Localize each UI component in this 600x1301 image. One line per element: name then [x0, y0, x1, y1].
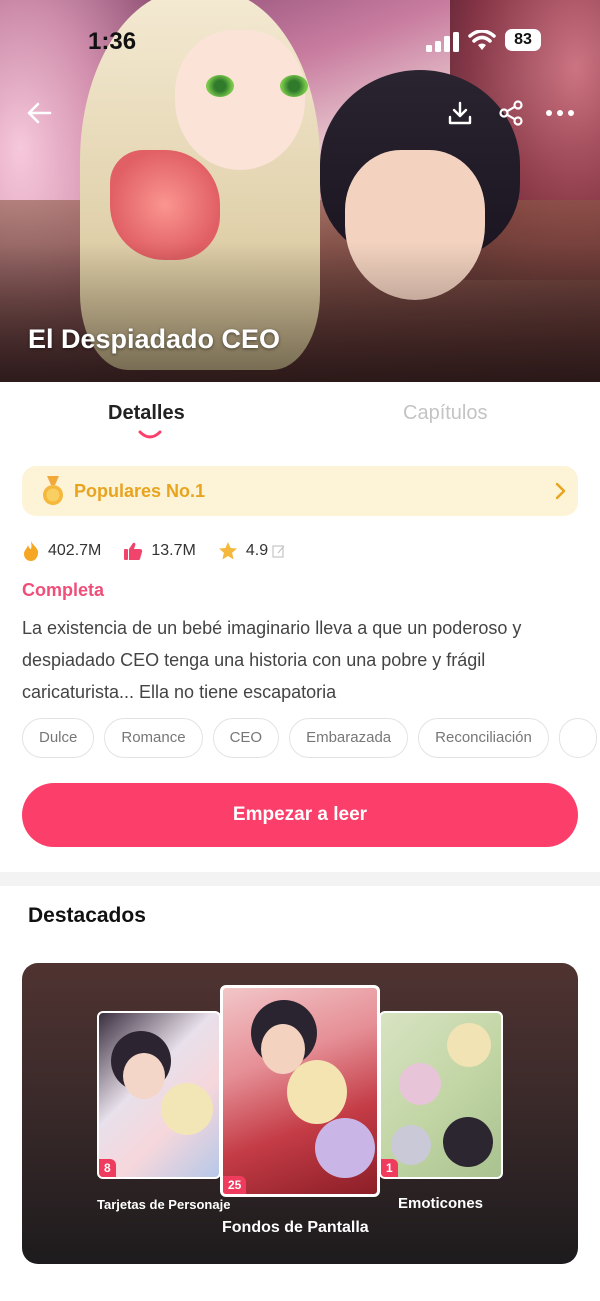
cover-character-eye — [280, 75, 308, 97]
cover-art: 1:36 83 El Despiadado CEO — [0, 0, 600, 382]
stickers-thumbnail[interactable]: 1 — [379, 1011, 503, 1179]
cover-shade — [0, 242, 600, 382]
ranking-label: Populares No.1 — [74, 480, 206, 501]
tag-list: Dulce Romance CEO Embarazada Reconciliación — [22, 718, 600, 758]
featured-caption: Fondos de Pantalla — [222, 1219, 369, 1236]
next-section-peek — [28, 1288, 228, 1301]
start-reading-button[interactable]: Empezar a leer — [22, 783, 578, 847]
more-options-button[interactable] — [543, 96, 577, 130]
status-bar: 1:36 83 — [0, 24, 600, 60]
battery-indicator: 83 — [505, 29, 541, 51]
tag-chip[interactable]: Embarazada — [289, 718, 409, 758]
book-title: El Despiadado CEO — [28, 324, 281, 354]
star-icon — [218, 542, 237, 560]
item-count-badge: 8 — [99, 1159, 116, 1177]
item-count-badge: 25 — [223, 1176, 247, 1194]
tag-chip[interactable]: Romance — [104, 718, 203, 758]
flame-icon — [24, 541, 39, 561]
thumb-sticker — [391, 1125, 431, 1165]
character-cards-thumbnail[interactable]: 8 — [97, 1011, 221, 1179]
thumbs-up-icon — [124, 542, 143, 560]
thumb-sticker — [443, 1117, 493, 1167]
download-button[interactable] — [443, 96, 477, 130]
back-button[interactable] — [22, 96, 56, 130]
featured-caption: Tarjetas de Personaje — [97, 1197, 231, 1212]
thumb-sticker — [399, 1063, 441, 1105]
rating-value: 4.9 — [245, 542, 269, 559]
thumb-sticker — [447, 1023, 491, 1067]
tab-indicator — [138, 430, 162, 439]
edit-icon — [272, 545, 285, 558]
download-icon — [448, 101, 472, 125]
detail-tabs: Detalles Capítulos — [0, 382, 600, 442]
rating-stat[interactable]: 4.9 — [218, 541, 294, 561]
thumb-character-hair — [287, 1060, 347, 1124]
signal-icon — [426, 32, 459, 52]
share-icon — [499, 100, 523, 126]
views-stat: 402.7M — [22, 540, 101, 562]
more-icon — [546, 110, 574, 116]
likes-stat: 13.7M — [123, 541, 196, 561]
completion-status: Completa — [22, 580, 105, 600]
likes-count: 13.7M — [151, 542, 196, 559]
share-button[interactable] — [494, 96, 528, 130]
tab-chapters[interactable]: Capítulos — [403, 402, 488, 425]
tab-details[interactable]: Detalles — [108, 402, 185, 425]
featured-card[interactable]: 8 1 25 Tarjetas de Personaje Fondos de P… — [22, 963, 578, 1264]
wallpapers-thumbnail[interactable]: 25 — [220, 985, 380, 1197]
item-count-badge: 1 — [381, 1159, 398, 1177]
medal-icon — [43, 476, 63, 505]
synopsis-text: La existencia de un bebé imaginario llev… — [22, 618, 522, 702]
wifi-icon — [468, 30, 496, 50]
tag-chip[interactable]: Reconciliación — [418, 718, 549, 758]
stats-row: 402.7M 13.7M 4.9 — [22, 538, 316, 564]
featured-caption: Emoticones — [398, 1195, 484, 1212]
thumb-character-face — [123, 1053, 165, 1099]
cover-character-eye — [206, 75, 234, 97]
thumb-character-hair — [161, 1083, 213, 1135]
status-time: 1:36 — [88, 28, 137, 55]
tag-chip-overflow[interactable] — [558, 718, 598, 758]
featured-section-title: Destacados — [28, 904, 146, 927]
chevron-right-icon — [555, 482, 566, 500]
section-divider — [0, 872, 600, 886]
tag-chip[interactable]: CEO — [212, 718, 280, 758]
thumb-character-hair — [315, 1118, 375, 1178]
views-count: 402.7M — [48, 542, 102, 559]
arrow-left-icon — [27, 102, 52, 124]
ranking-banner[interactable]: Populares No.1 — [22, 466, 578, 516]
tag-chip[interactable]: Dulce — [22, 718, 95, 758]
